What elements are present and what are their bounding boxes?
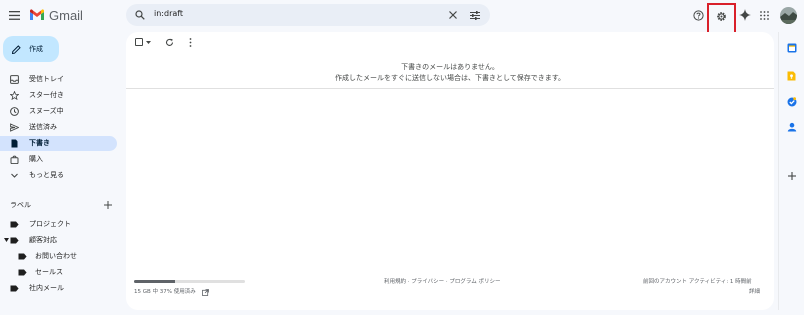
list-divider	[126, 88, 774, 89]
send-icon	[10, 123, 19, 132]
sidebar-item-more[interactable]: もっと見る	[0, 168, 117, 183]
add-label-icon[interactable]	[103, 200, 113, 210]
tasks-icon[interactable]	[786, 96, 797, 107]
clear-search-icon[interactable]	[447, 9, 459, 21]
external-link-icon[interactable]	[201, 288, 209, 296]
sidebar-item-label: スター付き	[29, 91, 64, 99]
calendar-icon[interactable]	[786, 42, 797, 53]
apps-grid-icon[interactable]	[759, 10, 769, 20]
labels-heading: ラベル	[10, 201, 31, 209]
clock-icon	[10, 107, 19, 116]
sidebar-item-purchases[interactable]: 購入	[0, 152, 117, 167]
shopping-bag-icon	[10, 155, 19, 164]
right-rail-divider	[778, 32, 779, 310]
help-icon[interactable]	[692, 9, 704, 21]
pencil-icon	[11, 44, 21, 54]
settings-highlight-box	[707, 3, 736, 34]
empty-drafts-message: 下書きのメールはありません。	[401, 63, 499, 71]
app-name: Gmail	[49, 8, 83, 23]
storage-usage-fill	[134, 280, 176, 283]
chevron-down-icon	[10, 171, 19, 180]
avatar[interactable]	[779, 6, 797, 24]
label-item-text: プロジェクト	[29, 220, 71, 228]
sidebar-item-drafts[interactable]: 下書き	[0, 136, 117, 151]
sidebar-item-starred[interactable]: スター付き	[0, 88, 117, 103]
label-tag-icon	[10, 236, 19, 245]
label-tag-icon	[18, 252, 27, 261]
keep-notes-icon[interactable]	[786, 70, 797, 81]
gmail-logo-icon[interactable]	[29, 9, 45, 21]
label-tag-icon	[10, 220, 19, 229]
compose-button[interactable]: 作成	[3, 36, 59, 62]
sidebar-item-label: もっと見る	[29, 171, 64, 179]
label-tag-icon	[10, 284, 19, 293]
label-item-sales[interactable]: セールス	[0, 265, 117, 280]
label-item-internal[interactable]: 社内メール	[0, 281, 117, 296]
star-icon	[10, 91, 19, 100]
label-item-text: お問い合わせ	[35, 252, 77, 260]
label-tag-icon	[18, 268, 27, 277]
add-addon-icon[interactable]	[787, 171, 796, 180]
account-activity-text: 前回のアカウント アクティビティ: 1 時間前	[643, 279, 752, 285]
sidebar-item-label: スヌーズ中	[29, 107, 64, 115]
refresh-icon[interactable]	[164, 37, 174, 47]
label-item-text: セールス	[35, 268, 63, 276]
select-menu-caret-icon[interactable]	[145, 39, 151, 45]
label-item-text: 顧客対応	[29, 236, 57, 244]
label-item-project[interactable]: プロジェクト	[0, 217, 117, 232]
sidebar-item-label: 購入	[29, 155, 43, 163]
compose-label: 作成	[29, 45, 43, 53]
select-all-checkbox[interactable]	[134, 37, 144, 47]
details-link[interactable]: 詳細	[749, 288, 760, 296]
more-options-icon[interactable]	[185, 37, 195, 47]
footer-policy-links[interactable]: 利用規約 · プライバシー · プログラム ポリシー	[384, 278, 500, 286]
sidebar-item-label: 下書き	[29, 139, 50, 147]
search-input[interactable]: in:draft	[154, 8, 183, 20]
inbox-icon	[10, 75, 19, 84]
storage-usage-text: 15 GB 中 37% 使用済み	[134, 289, 196, 295]
label-item-customer[interactable]: 顧客対応	[0, 233, 117, 248]
sidebar-item-snoozed[interactable]: スヌーズ中	[0, 104, 117, 119]
draft-icon	[10, 139, 19, 148]
caret-down-icon[interactable]	[3, 237, 9, 243]
search-icon[interactable]	[134, 9, 146, 21]
sidebar-item-sent[interactable]: 送信済み	[0, 120, 117, 135]
label-item-inquiry[interactable]: お問い合わせ	[0, 249, 117, 264]
gemini-sparkle-icon[interactable]	[738, 8, 752, 22]
sidebar-item-label: 送信済み	[29, 123, 57, 131]
sidebar-item-inbox[interactable]: 受信トレイ	[0, 72, 117, 87]
empty-drafts-hint: 作成したメールをすぐに送信しない場合は、下書きとして保存できます。	[334, 74, 566, 82]
search-options-icon[interactable]	[469, 9, 481, 21]
sidebar-item-label: 受信トレイ	[29, 75, 64, 83]
storage-usage-bar	[134, 280, 245, 283]
label-item-text: 社内メール	[29, 284, 64, 292]
main-menu-icon[interactable]	[8, 9, 20, 21]
contacts-icon[interactable]	[786, 121, 797, 132]
